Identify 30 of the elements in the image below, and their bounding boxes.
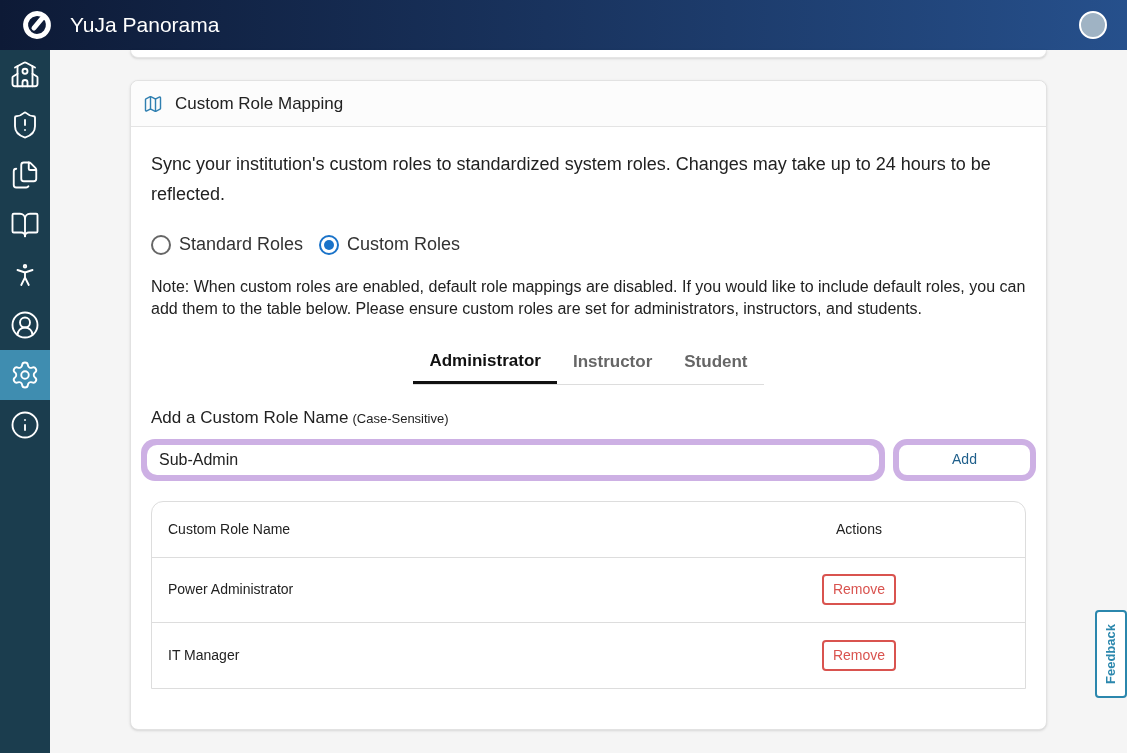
remove-button[interactable]: Remove: [821, 639, 897, 671]
add-button[interactable]: Add: [893, 438, 1036, 481]
column-header: Custom Role Name: [168, 519, 292, 539]
feedback-button[interactable]: Feedback: [1095, 610, 1127, 698]
tab[interactable]: Administrator: [413, 340, 557, 384]
remove-button[interactable]: Remove: [821, 574, 897, 605]
documents-icon: [10, 160, 40, 190]
card-title: Custom Role Mapping: [175, 92, 344, 115]
field-label: Add a Custom Role Name: [151, 407, 349, 429]
book-icon: [10, 210, 40, 240]
map-icon: [143, 93, 163, 114]
radio-label: Custom Roles: [347, 233, 461, 256]
tab[interactable]: Student: [668, 340, 764, 384]
radio-label: Standard Roles: [179, 233, 304, 256]
user-icon: [10, 310, 40, 340]
info-icon: [10, 410, 40, 440]
role-name-field[interactable]: Sub-Admin: [141, 438, 885, 481]
column-header: Actions: [835, 519, 883, 539]
table-cell-text: IT Manager: [168, 645, 241, 665]
radio-button[interactable]: [151, 234, 171, 255]
note-text: Note: When custom roles are enabled, default role mappings are disabled. If you would like to include default roles, you can add them to the table below. Please ensure custom roles are set for administrators, instructors, and students.: [151, 277, 1026, 319]
settings-icon: [10, 360, 40, 390]
tab[interactable]: Instructor: [556, 340, 669, 384]
field-hint: (Case-Sensitive): [352, 410, 449, 428]
avatar[interactable]: [1079, 11, 1107, 39]
table-cell-text: Power Administrator: [168, 580, 295, 599]
description-text: Sync your institution's custom roles to standardized system roles. Changes may take up to 24 hours to be reflected.: [151, 153, 992, 206]
app-title: YuJa Panorama: [70, 12, 220, 39]
radio-button[interactable]: [319, 234, 340, 255]
school-icon: [10, 60, 40, 90]
